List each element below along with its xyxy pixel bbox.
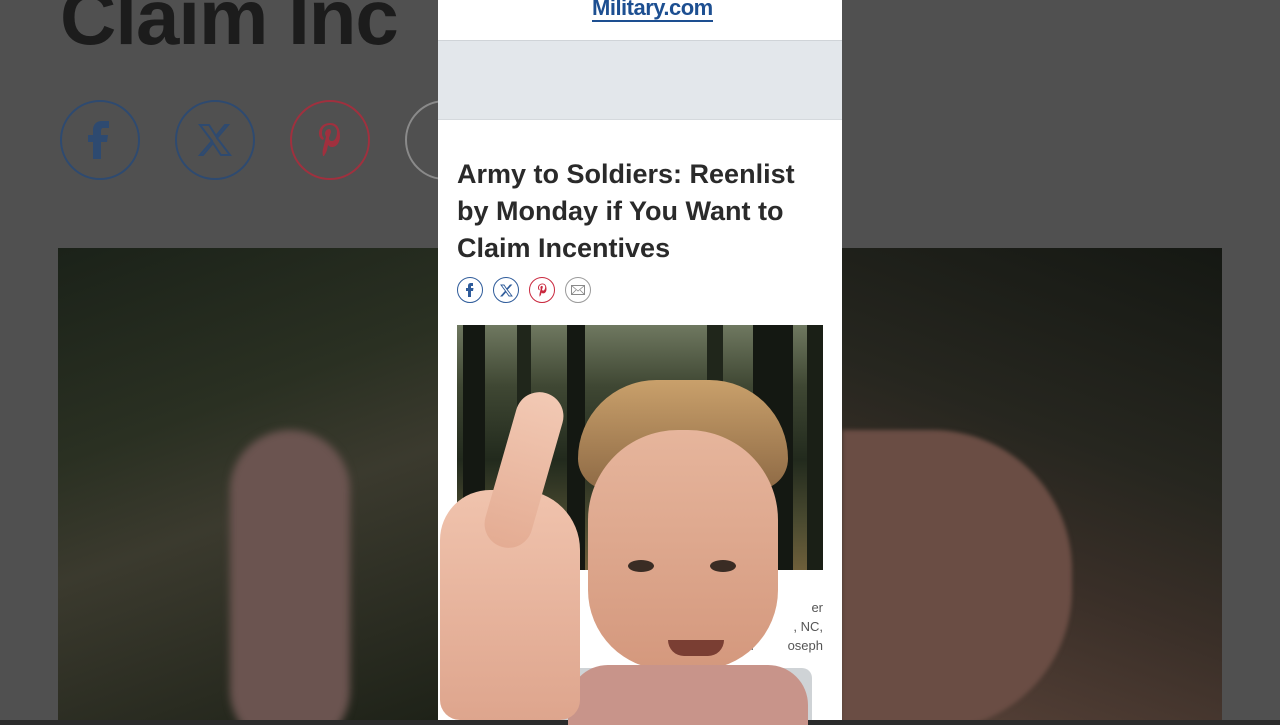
pinterest-icon: [537, 283, 546, 297]
x-icon: [499, 284, 513, 296]
email-icon: [405, 100, 438, 180]
article-headline: Army to Soldiers: Reenlist by Monday if …: [457, 159, 795, 263]
background-blurred-finger: [230, 430, 350, 720]
presenter-pointing-hand: [440, 386, 590, 720]
x-share-button[interactable]: [493, 277, 519, 303]
facebook-icon: [60, 100, 140, 180]
presenter-face: [588, 430, 778, 670]
site-header: Military.com: [438, 0, 842, 41]
background-left-panel: Claim Inc: [0, 0, 438, 720]
share-buttons: [457, 277, 591, 303]
background-right-panel: [842, 0, 1280, 720]
presenter-mouth: [668, 640, 724, 656]
facebook-icon: [466, 283, 474, 297]
ad-placeholder: [438, 41, 842, 120]
background-title-fragment: Claim Inc: [60, 0, 399, 61]
facebook-share-button[interactable]: [457, 277, 483, 303]
presenter-video-overlay: [568, 380, 808, 725]
email-icon: [571, 285, 585, 295]
presenter-eye: [710, 560, 736, 572]
pinterest-share-button[interactable]: [529, 277, 555, 303]
presenter-shirt: [568, 665, 808, 725]
presenter-eye: [628, 560, 654, 572]
pinterest-icon: [290, 100, 370, 180]
x-icon: [175, 100, 255, 180]
site-logo[interactable]: Military.com: [592, 0, 713, 22]
email-share-button[interactable]: [565, 277, 591, 303]
